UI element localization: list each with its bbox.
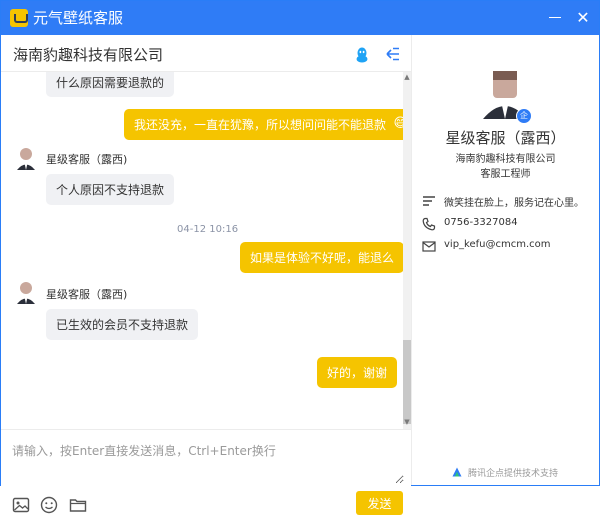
app-logo-icon bbox=[10, 9, 28, 27]
qidian-logo-icon bbox=[452, 467, 462, 477]
sender-name: 星级客服（露西) bbox=[46, 153, 128, 166]
qq-penguin-icon[interactable] bbox=[356, 47, 368, 63]
agent-profile-panel: 企 星级客服（露西） 海南豹趣科技有限公司 客服工程师 微笑挂在脸上，服务记在心… bbox=[412, 35, 599, 485]
signature-lines-icon bbox=[423, 196, 435, 206]
title-bar: 元气壁纸客服 ✕ bbox=[1, 1, 599, 35]
agent-phone: 0756-3327084 bbox=[444, 217, 518, 228]
send-button[interactable]: 发送 bbox=[356, 491, 403, 515]
collapse-sidebar-icon[interactable] bbox=[384, 47, 400, 61]
chat-header: 海南豹趣科技有限公司 bbox=[1, 35, 411, 72]
message-timestamp: 04-12 10:16 bbox=[177, 224, 239, 235]
minimize-button[interactable] bbox=[549, 17, 561, 18]
message-text: 我还没充，一直在犹豫，所以想问问能不能退款 bbox=[134, 118, 387, 132]
company-title: 海南豹趣科技有限公司 bbox=[13, 46, 164, 64]
message-list[interactable]: 什么原因需要退款的 我还没充，一直在犹豫，所以想问问能不能退款 😅 星级客服（露… bbox=[1, 72, 411, 429]
scrollbar-thumb[interactable] bbox=[403, 340, 411, 424]
phone-row: 0756-3327084 bbox=[422, 216, 597, 232]
message-bubble-incoming: 什么原因需要退款的 bbox=[46, 72, 175, 97]
message-bubble-outgoing: 我还没充，一直在犹豫，所以想问问能不能退款 😅 bbox=[124, 109, 411, 140]
motto-row: 微笑挂在脸上，服务记在心里。 bbox=[422, 193, 597, 209]
compose-area: 发送 bbox=[1, 429, 411, 520]
agent-avatar[interactable] bbox=[15, 280, 37, 304]
phone-icon bbox=[422, 217, 436, 231]
agent-name: 星级客服（露西） bbox=[445, 129, 566, 147]
email-row: vip_kefu@cmcm.com bbox=[422, 238, 597, 254]
agent-role: 客服工程师 bbox=[480, 169, 531, 180]
message-bubble-outgoing: 如果是体验不好呢，能退么 bbox=[240, 242, 405, 273]
scroll-down-arrow-icon[interactable]: ▼ bbox=[403, 417, 411, 427]
message-bubble-incoming: 个人原因不支持退款 bbox=[46, 174, 175, 205]
agent-company: 海南豹趣科技有限公司 bbox=[455, 154, 556, 165]
agent-avatar[interactable] bbox=[15, 146, 37, 170]
close-button[interactable]: ✕ bbox=[575, 10, 591, 26]
enterprise-verified-badge-icon: 企 bbox=[516, 108, 532, 124]
message-bubble-incoming: 已生效的会员不支持退款 bbox=[46, 309, 199, 340]
chat-panel: 海南豹趣科技有限公司 什么原因需要退款的 我还没充，一直在犹豫，所以想问问能不能… bbox=[1, 35, 411, 520]
chat-window: 元气壁纸客服 ✕ 海南豹趣科技有限公司 什么原因需要退款的 我还没充，一直在犹豫… bbox=[0, 0, 600, 520]
window-title: 元气壁纸客服 bbox=[33, 9, 124, 27]
scroll-up-arrow-icon[interactable]: ▲ bbox=[403, 72, 411, 82]
agent-motto: 微笑挂在脸上，服务记在心里。 bbox=[444, 198, 584, 209]
image-icon[interactable] bbox=[12, 496, 30, 514]
message-input[interactable] bbox=[10, 440, 404, 484]
message-bubble-outgoing: 好的，谢谢 bbox=[317, 357, 398, 388]
mail-icon bbox=[422, 241, 436, 252]
emoji-icon[interactable] bbox=[40, 496, 58, 514]
sender-name: 星级客服（露西) bbox=[46, 288, 128, 301]
agent-email[interactable]: vip_kefu@cmcm.com bbox=[444, 239, 551, 250]
powered-by-text: 腾讯企点提供技术支持 bbox=[468, 469, 559, 479]
folder-icon[interactable] bbox=[69, 496, 87, 514]
